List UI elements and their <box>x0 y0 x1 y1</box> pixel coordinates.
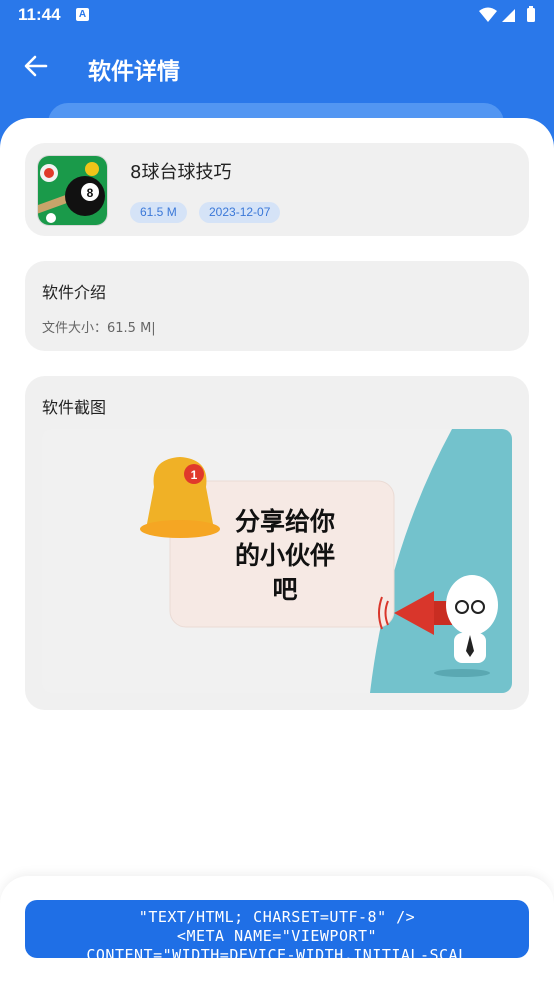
arrow-left-icon[interactable] <box>22 52 50 80</box>
signal-icon <box>502 9 515 22</box>
screenshot-text-line2: 的小伙伴 <box>235 541 335 570</box>
size-badge: 61.5 M <box>130 202 187 223</box>
status-icons <box>479 6 535 22</box>
button-text-line2: <META NAME="VIEWPORT" <box>176 927 378 945</box>
toolbar: 软件详情 <box>0 40 554 96</box>
button-text-line1: "TEXT/HTML; CHARSET=UTF-8" /> <box>138 908 416 926</box>
button-text-line3: CONTENT="WIDTH=DEVICE-WIDTH,INITIAL-SCAL <box>86 946 468 958</box>
screenshot-text-line1: 分享给你 <box>235 507 335 536</box>
notification-icon: A <box>76 8 89 21</box>
svg-text:8: 8 <box>87 186 94 200</box>
screenshot-text-line3: 吧 <box>272 575 297 604</box>
screenshots-title: 软件截图 <box>42 398 107 417</box>
intro-title: 软件介绍 <box>42 283 107 302</box>
file-size-text: 文件大小：61.5 M| <box>42 321 156 336</box>
bell-badge-number: 1 <box>191 468 198 482</box>
action-button[interactable]: "TEXT/HTML; CHARSET=UTF-8" /> <META NAME… <box>25 900 529 958</box>
date-badge: 2023-12-07 <box>199 202 281 223</box>
page-title: 软件详情 <box>88 59 180 85</box>
status-time: 11:44 <box>18 5 61 24</box>
battery-icon <box>527 8 535 22</box>
status-bar: 11:44 A <box>0 0 554 32</box>
billiards-8-ball-icon: 8 <box>37 155 108 226</box>
screenshots-card: 软件截图 1 分享给你 的小伙伴 吧 <box>25 376 529 710</box>
screenshot-image[interactable]: 1 分享给你 的小伙伴 吧 <box>42 429 512 693</box>
app-name: 8球台球技巧 <box>130 162 232 183</box>
app-info-card: 8 8球台球技巧 61.5 M 2023-12-07 <box>25 143 529 236</box>
wifi-icon <box>479 7 497 22</box>
intro-card: 软件介绍 文件大小：61.5 M| <box>25 261 529 351</box>
